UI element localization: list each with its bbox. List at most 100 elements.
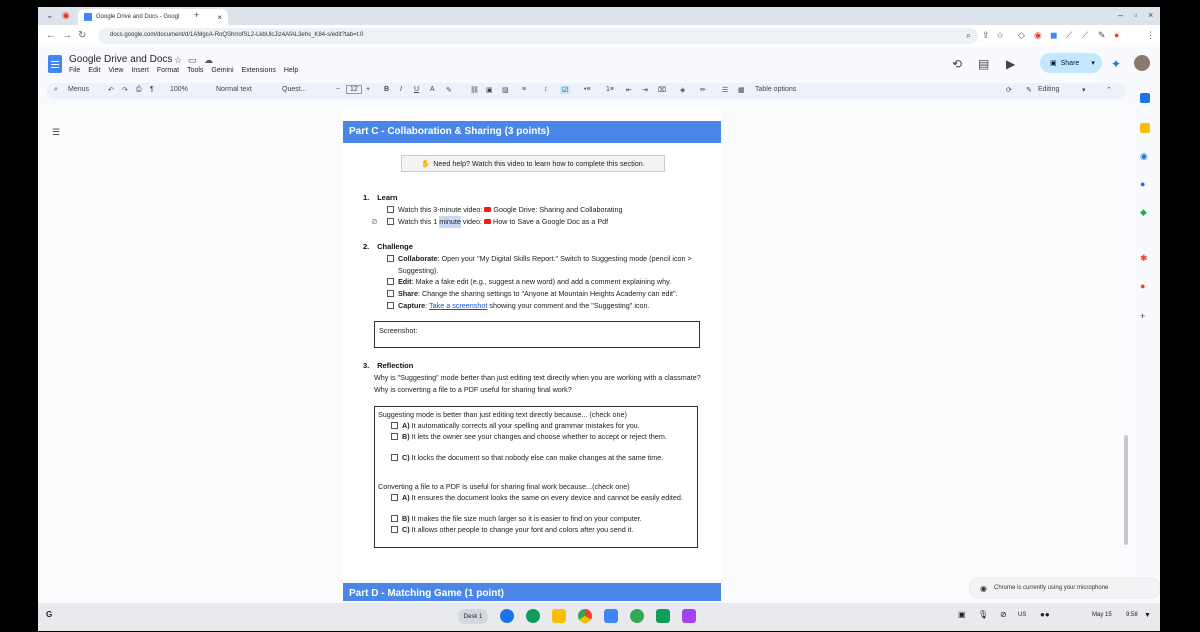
get-addons-icon[interactable]: + xyxy=(1140,311,1150,321)
tab-google-docs[interactable]: Google Drive and Docs - Googl × xyxy=(78,9,228,25)
bullet-list-icon[interactable]: •≡ xyxy=(584,86,591,93)
line-spacing-icon[interactable]: ↕ xyxy=(544,86,548,93)
italic-icon[interactable]: I xyxy=(400,86,402,93)
version-history-icon[interactable]: ⟲ xyxy=(952,57,962,71)
challenge-item[interactable]: Collaborate: Open your "My Digital Skill… xyxy=(387,253,717,276)
close-window-icon[interactable]: × xyxy=(1148,10,1153,20)
menu-format[interactable]: Format xyxy=(157,67,179,74)
fill-color-icon[interactable]: ◈ xyxy=(680,86,685,94)
docs-logo-icon[interactable] xyxy=(48,55,62,73)
screen-capture-icon[interactable]: ▣ xyxy=(958,610,966,619)
wifi-icon[interactable]: ▼ xyxy=(1144,612,1151,619)
image-icon[interactable]: ▨ xyxy=(502,86,509,94)
share-button[interactable]: ▣ Share ▾ xyxy=(1040,53,1102,73)
document-title[interactable]: Google Drive and Docs xyxy=(69,54,172,65)
back-icon[interactable]: ← xyxy=(46,30,56,41)
clear-format-icon[interactable]: ⌧ xyxy=(658,86,666,94)
gemini-icon[interactable]: ✦ xyxy=(1111,57,1121,71)
browser-menu-icon[interactable]: ⋮ xyxy=(1146,30,1155,41)
undo-icon[interactable]: ↶ xyxy=(108,86,114,94)
record-icon[interactable]: ◉ xyxy=(62,10,70,21)
increase-font-icon[interactable]: + xyxy=(366,86,370,93)
link-icon[interactable]: ⛓ xyxy=(470,86,479,94)
close-tab-icon[interactable]: × xyxy=(217,13,222,22)
border-width-icon[interactable]: ☰ xyxy=(722,86,728,94)
checkbox[interactable] xyxy=(391,494,398,501)
learn-item[interactable]: Watch this 3-minute video: Google Drive:… xyxy=(387,204,622,216)
screenshot-link[interactable]: Take a screenshot xyxy=(429,301,487,310)
decrease-indent-icon[interactable]: ⇤ xyxy=(626,86,632,94)
slides-app-icon[interactable] xyxy=(552,609,566,623)
star-icon[interactable]: ☆ xyxy=(174,55,182,66)
zoom-icon[interactable]: ⌕ xyxy=(966,30,971,41)
checkbox[interactable] xyxy=(391,526,398,533)
bookmark-star-icon[interactable]: ☆ xyxy=(996,30,1004,41)
pen-extension-icon[interactable]: ⟋ xyxy=(1066,30,1072,41)
checkbox[interactable] xyxy=(391,422,398,429)
cloud-status-icon[interactable]: ☁ xyxy=(204,55,213,66)
scrollbar[interactable] xyxy=(1124,435,1128,545)
menu-view[interactable]: View xyxy=(108,67,123,74)
menu-insert[interactable]: Insert xyxy=(131,67,149,74)
challenge-item[interactable]: Share: Change the sharing settings to "A… xyxy=(387,288,727,300)
numbered-list-icon[interactable]: 1≡ xyxy=(606,86,614,93)
do-not-disturb-icon[interactable]: ⊘ xyxy=(1000,610,1007,619)
align-icon[interactable]: ≡ xyxy=(522,86,526,93)
record-extension-icon[interactable]: ● xyxy=(1114,30,1119,40)
keep-icon[interactable] xyxy=(1140,123,1150,133)
menus-search[interactable]: Menus xyxy=(68,86,89,93)
launcher-icon[interactable]: G xyxy=(46,610,52,619)
forward-icon[interactable]: → xyxy=(62,30,72,41)
chrome-app-icon[interactable] xyxy=(578,609,592,623)
underline-icon[interactable]: U xyxy=(414,86,419,93)
video-link[interactable]: How to Save a Google Doc as a Pdf xyxy=(493,216,608,228)
menu-extensions[interactable]: Extensions xyxy=(242,67,276,74)
mic-icon[interactable]: 🎙 xyxy=(978,610,988,619)
font-size-input[interactable]: 12 xyxy=(346,85,362,94)
q2-option-c[interactable]: C) It allows other people to change your… xyxy=(391,525,691,536)
menu-file[interactable]: File xyxy=(69,67,80,74)
editing-mode-select[interactable]: Editing xyxy=(1038,86,1059,93)
checkbox[interactable] xyxy=(387,290,394,297)
text-color-icon[interactable]: A xyxy=(430,86,435,93)
tab-search-icon[interactable]: ⌄ xyxy=(46,10,54,21)
sheets-app-icon[interactable] xyxy=(656,609,670,623)
decrease-font-icon[interactable]: − xyxy=(336,86,340,93)
table-options-button[interactable]: Table options xyxy=(755,86,796,93)
checkbox[interactable] xyxy=(387,255,394,262)
q1-option-b[interactable]: B) It lets the owner see your changes an… xyxy=(391,432,691,443)
checkbox[interactable] xyxy=(391,454,398,461)
add-comment-icon[interactable]: ⊘ xyxy=(371,216,378,228)
q2-option-a[interactable]: A) It ensures the document looks the sam… xyxy=(391,493,691,504)
q1-option-a[interactable]: A) It automatically corrects all your sp… xyxy=(391,421,691,432)
status-icons[interactable]: ●● xyxy=(1040,610,1050,619)
border-color-icon[interactable]: ✏ xyxy=(700,86,706,94)
increase-indent-icon[interactable]: ⇥ xyxy=(642,86,648,94)
tasks-icon[interactable]: ◉ xyxy=(1140,151,1150,161)
checkbox[interactable] xyxy=(387,218,394,225)
extensions-puzzle-icon[interactable]: ✎ xyxy=(1098,30,1106,41)
maximize-icon[interactable]: ▫ xyxy=(1134,10,1137,20)
menu-help[interactable]: Help xyxy=(284,67,298,74)
extension-blue-icon[interactable]: ◼ xyxy=(1050,30,1057,41)
screenshot-box[interactable]: Screenshot: xyxy=(374,321,700,348)
outline-icon[interactable]: ☰ xyxy=(52,127,60,138)
zoom-select[interactable]: 100% xyxy=(170,86,188,93)
move-folder-icon[interactable]: ▭ xyxy=(188,55,197,66)
checkbox[interactable] xyxy=(387,278,394,285)
menu-gemini[interactable]: Gemini xyxy=(211,67,233,74)
calendar-icon[interactable] xyxy=(1140,93,1150,103)
meet-icon[interactable]: ▶ xyxy=(1006,57,1015,71)
url-input[interactable]: docs.google.com/document/d/1AMgcA-RoQShr… xyxy=(98,28,978,44)
checkbox[interactable] xyxy=(387,302,394,309)
font-select[interactable]: Quest... xyxy=(282,86,307,93)
help-box[interactable]: ✋ Need help? Watch this video to learn h… xyxy=(401,155,665,172)
marker-extension-icon[interactable]: ⟋ xyxy=(1082,30,1088,41)
share-page-icon[interactable]: ⇪ xyxy=(982,30,990,41)
maps-icon[interactable]: ◆ xyxy=(1140,207,1150,217)
microphone-toast[interactable]: ◉ Chrome is currently using your microph… xyxy=(970,579,1160,597)
collapse-toolbar-icon[interactable]: ⌃ xyxy=(1106,86,1112,94)
shield-icon[interactable]: ◇ xyxy=(1018,30,1025,41)
avatar[interactable] xyxy=(1134,55,1150,71)
reflection-answer-box[interactable]: Suggesting mode is better than just edit… xyxy=(374,406,698,548)
